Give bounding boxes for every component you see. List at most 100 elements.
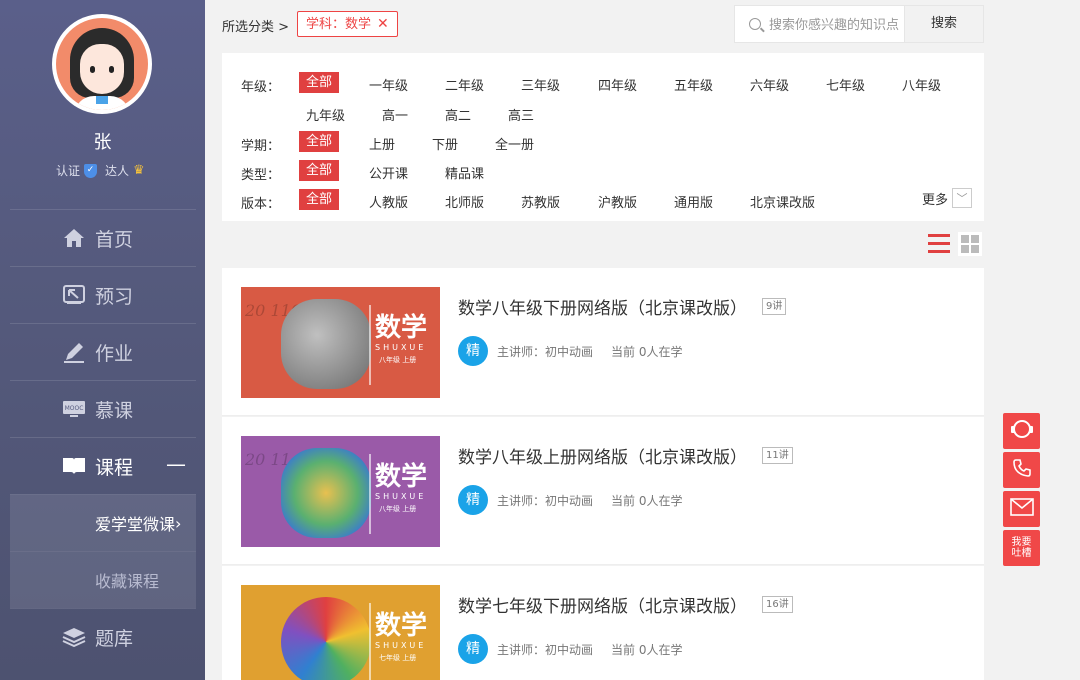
course-title[interactable]: 数学八年级下册网络版（北京课改版） xyxy=(458,294,747,319)
filter-option[interactable]: 精品课 xyxy=(445,163,484,182)
sidebar-item-preview[interactable]: 预习 xyxy=(10,266,196,323)
lesson-count-badge: 16讲 xyxy=(762,596,793,613)
sidebar-item-mooc[interactable]: MOOC 慕课 xyxy=(10,380,196,437)
close-icon[interactable]: ✕ xyxy=(377,16,389,32)
cover-title: 数学 xyxy=(375,313,428,343)
feedback-button[interactable]: 我要吐槽 xyxy=(1003,530,1040,566)
course-title[interactable]: 数学八年级上册网络版（北京课改版） xyxy=(458,443,747,468)
filter-label: 版本： xyxy=(241,197,281,212)
user-badges: 认证 ✓ 达人 ♛ xyxy=(56,162,145,179)
sidebar-subitem-label: 爱学堂微课 xyxy=(95,515,176,534)
filter-option[interactable]: 九年级 xyxy=(306,105,345,124)
premium-badge: 精 xyxy=(458,634,488,664)
course-learning-count: 当前 0人在学 xyxy=(611,344,683,359)
filter-option[interactable]: 北师版 xyxy=(445,192,484,211)
lesson-count-badge: 9讲 xyxy=(762,298,787,315)
sidebar-subitem-microclass[interactable]: 爱学堂微课 › xyxy=(10,494,196,551)
cover-title: 数学 xyxy=(375,462,428,492)
sidebar-item-homework[interactable]: 作业 xyxy=(10,323,196,380)
search-input[interactable] xyxy=(769,15,903,35)
expert-label: 达人 xyxy=(105,164,130,178)
collapse-icon[interactable]: — xyxy=(166,452,186,476)
filter-option[interactable]: 六年级 xyxy=(750,75,789,94)
course-cover[interactable]: 20 110 数学 SHUXUE 八年级 上册 xyxy=(241,287,440,398)
verified-label: 认证 xyxy=(56,164,81,178)
more-filters-button[interactable]: 更多 ﹀ xyxy=(922,188,972,208)
email-button[interactable] xyxy=(1003,491,1040,527)
filter-option[interactable]: 一年级 xyxy=(369,75,408,94)
filter-option[interactable]: 全部 xyxy=(299,72,340,93)
filter-option[interactable]: 下册 xyxy=(432,134,458,153)
grid-view-toggle[interactable] xyxy=(958,232,982,256)
filter-option[interactable]: 全部 xyxy=(299,189,340,210)
course-teacher: 主讲师：初中动画 xyxy=(497,344,594,359)
course-card[interactable]: 20 110 数学 SHUXUE 八年级 上册 数学八年级下册网络版（北京课改版… xyxy=(222,268,984,416)
pencil-icon xyxy=(62,340,86,364)
filter-label: 学期： xyxy=(241,139,281,154)
course-meta: 精 主讲师：初中动画 当前 0人在学 xyxy=(458,336,682,366)
avatar[interactable] xyxy=(52,14,152,114)
course-learning-count: 当前 0人在学 xyxy=(611,493,683,508)
user-name: 张 xyxy=(93,132,112,153)
selected-filter-chip[interactable]: 学科：数学 ✕ xyxy=(297,11,398,37)
feedback-label: 我要吐槽 xyxy=(1011,537,1032,559)
sidebar-item-label: 题库 xyxy=(95,627,134,650)
cover-title: 数学 xyxy=(375,611,428,641)
filter-option[interactable]: 高二 xyxy=(445,105,471,124)
course-cover[interactable]: 数学 SHUXUE 七年级 上册 xyxy=(241,585,440,680)
customer-service-button[interactable] xyxy=(1003,413,1040,449)
layers-icon xyxy=(62,625,86,649)
headset-icon xyxy=(1010,418,1034,444)
sidebar-item-label: 作业 xyxy=(95,342,134,365)
course-meta: 精 主讲师：初中动画 当前 0人在学 xyxy=(458,634,682,664)
cover-pinyin: SHUXUE xyxy=(375,641,427,650)
cover-grade: 八年级 上册 xyxy=(379,505,417,513)
search-button[interactable]: 搜索 xyxy=(904,5,984,43)
filter-label: 年级： xyxy=(241,80,281,95)
course-card[interactable]: 20 11 数学 SHUXUE 八年级 上册 数学八年级上册网络版（北京课改版）… xyxy=(222,417,984,565)
mooc-icon: MOOC xyxy=(62,397,86,421)
sidebar-subitem-favorites[interactable]: 收藏课程 xyxy=(10,551,196,608)
cover-pinyin: SHUXUE xyxy=(375,492,427,501)
filter-option[interactable]: 全部 xyxy=(299,160,340,181)
cover-grade: 八年级 上册 xyxy=(379,356,417,364)
sidebar-nav: 首页 预习 作业 MOOC 慕课 课程 — 爱学堂微课 › 收藏课程 题库 xyxy=(10,209,196,665)
list-view-toggle[interactable] xyxy=(928,234,950,256)
filter-option[interactable]: 苏教版 xyxy=(521,192,560,211)
filter-option[interactable]: 三年级 xyxy=(521,75,560,94)
filter-option[interactable]: 全一册 xyxy=(495,134,534,153)
filter-option[interactable]: 公开课 xyxy=(369,163,408,182)
filter-option[interactable]: 人教版 xyxy=(369,192,408,211)
mail-icon xyxy=(1009,498,1034,520)
lesson-count-badge: 11讲 xyxy=(762,447,793,464)
course-teacher: 主讲师：初中动画 xyxy=(497,642,594,657)
filter-option[interactable]: 高一 xyxy=(382,105,408,124)
svg-text:MOOC: MOOC xyxy=(65,405,84,412)
sidebar-subitem-label: 收藏课程 xyxy=(95,572,160,591)
breadcrumb: 所选分类 > xyxy=(222,20,290,35)
sidebar-item-question-bank[interactable]: 题库 xyxy=(10,608,196,665)
filter-option[interactable]: 沪教版 xyxy=(598,192,637,211)
book-icon xyxy=(62,454,86,478)
filter-option[interactable]: 八年级 xyxy=(902,75,941,94)
sidebar-item-courses[interactable]: 课程 — xyxy=(10,437,196,494)
filter-option[interactable]: 通用版 xyxy=(674,192,713,211)
filter-option[interactable]: 高三 xyxy=(508,105,534,124)
phone-button[interactable] xyxy=(1003,452,1040,488)
filter-option[interactable]: 二年级 xyxy=(445,75,484,94)
sidebar-item-home[interactable]: 首页 xyxy=(10,209,196,266)
course-title[interactable]: 数学七年级下册网络版（北京课改版） xyxy=(458,592,747,617)
course-teacher: 主讲师：初中动画 xyxy=(497,493,594,508)
filter-row-grade: 年级： 全部 一年级 二年级 三年级 四年级 五年级 六年级 七年级 八年级 xyxy=(222,72,984,95)
filter-option[interactable]: 北京课改版 xyxy=(750,192,815,211)
filter-option[interactable]: 七年级 xyxy=(826,75,865,94)
preview-icon xyxy=(62,283,86,307)
filter-option[interactable]: 全部 xyxy=(299,131,340,152)
more-label: 更多 xyxy=(921,192,948,208)
course-cover[interactable]: 20 11 数学 SHUXUE 八年级 上册 xyxy=(241,436,440,547)
filter-option[interactable]: 四年级 xyxy=(598,75,637,94)
filter-panel: 年级： 全部 一年级 二年级 三年级 四年级 五年级 六年级 七年级 八年级 九… xyxy=(222,53,984,221)
filter-option[interactable]: 上册 xyxy=(369,134,395,153)
filter-option[interactable]: 五年级 xyxy=(674,75,713,94)
course-card[interactable]: 数学 SHUXUE 七年级 上册 数学七年级下册网络版（北京课改版） 16讲 精… xyxy=(222,566,984,680)
